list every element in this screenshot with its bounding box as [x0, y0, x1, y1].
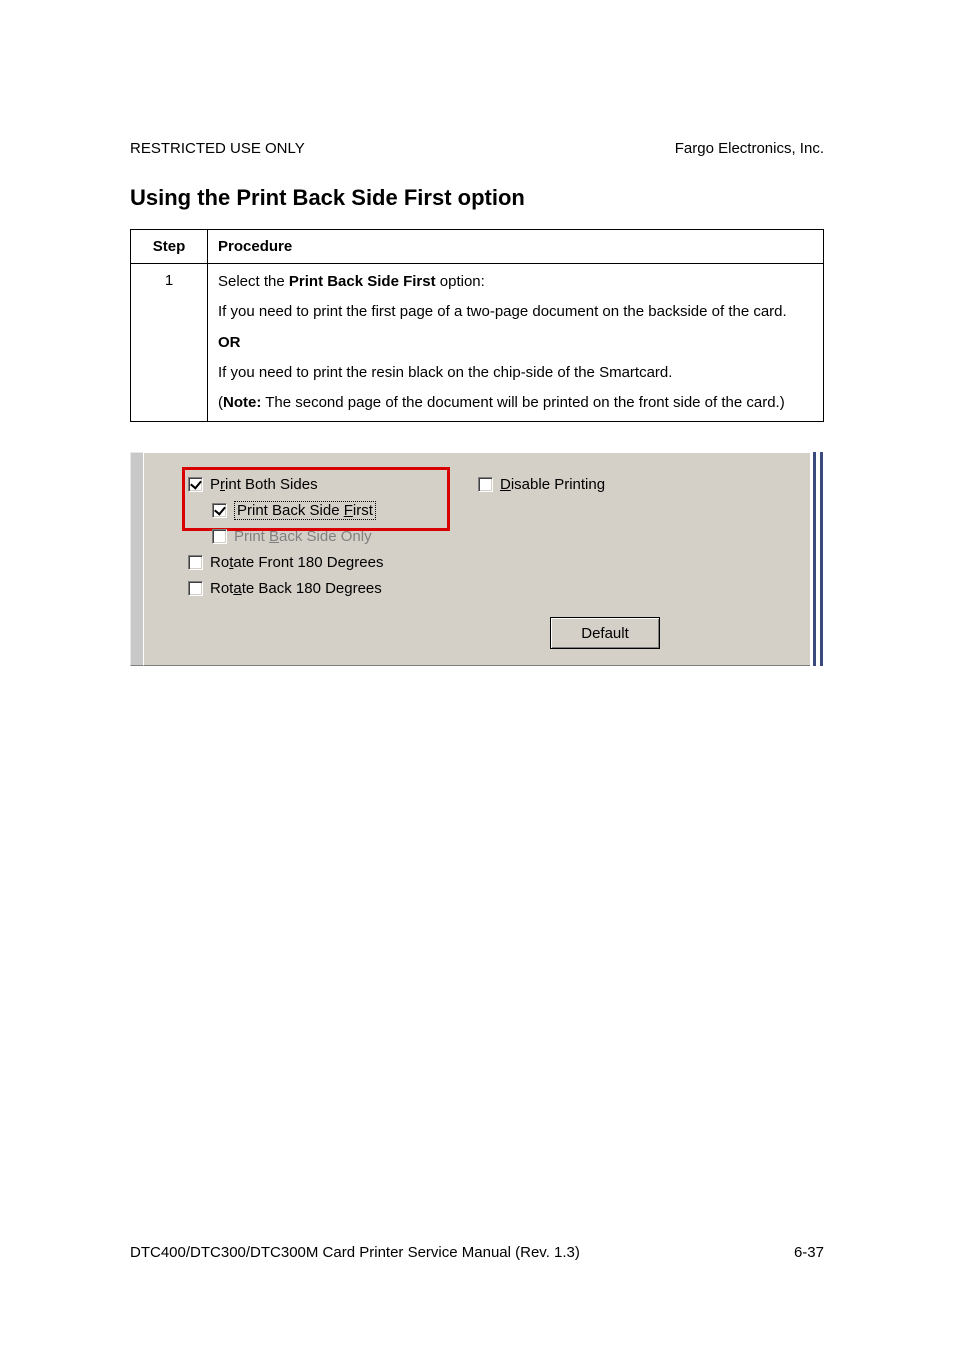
col-procedure-header: Procedure: [208, 230, 824, 264]
col-step-header: Step: [131, 230, 208, 264]
print-back-side-first-checkbox[interactable]: [212, 503, 227, 518]
dialog-screenshot: Print Both Sides Print Back Side First P…: [130, 452, 824, 666]
proc-line-2: If you need to print the first page of a…: [218, 302, 813, 322]
step-number: 1: [131, 264, 208, 422]
page: RESTRICTED USE ONLY Fargo Electronics, I…: [0, 0, 954, 1351]
rotate-front-option[interactable]: Rotate Front 180 Degrees: [188, 549, 478, 575]
underline-t: t: [229, 554, 233, 571]
page-footer: DTC400/DTC300/DTC300M Card Printer Servi…: [130, 1244, 824, 1261]
table-row: 1 Select the Print Back Side First optio…: [131, 264, 824, 422]
proc-line-3: If you need to print the resin black on …: [218, 363, 813, 383]
disable-printing-option[interactable]: Disable Printing: [478, 471, 780, 497]
dialog-left-edge: [130, 452, 143, 666]
footer-right: 6-37: [794, 1244, 824, 1261]
underline-d1: D: [500, 476, 511, 493]
rotate-front-checkbox[interactable]: [188, 555, 203, 570]
dialog-right-edges: [810, 452, 824, 666]
print-back-side-only-option[interactable]: Print Back Side Only: [212, 523, 478, 549]
procedure-table: Step Procedure 1 Select the Print Back S…: [130, 229, 824, 422]
underline-f: F: [344, 502, 353, 519]
header-left: RESTRICTED USE ONLY: [130, 140, 305, 157]
default-button-label: Default: [581, 625, 629, 642]
underline-r: r: [220, 476, 225, 493]
proc-line-1: Select the Print Back Side First option:: [218, 272, 813, 292]
rotate-back-label: Rotate Back 180 Degrees: [210, 581, 382, 596]
proc-line-1-post: option:: [436, 273, 485, 290]
rotate-back-checkbox[interactable]: [188, 581, 203, 596]
section-title: Using the Print Back Side First option: [130, 185, 824, 211]
proc-or: OR: [218, 333, 813, 353]
proc-line-1-bold: Print Back Side First: [289, 273, 436, 290]
proc-line-4-rest: The second page of the document will be …: [261, 394, 784, 411]
rotate-front-label: Rotate Front 180 Degrees: [210, 555, 383, 570]
footer-left: DTC400/DTC300/DTC300M Card Printer Servi…: [130, 1244, 580, 1261]
options-row: Print Both Sides Print Back Side First P…: [188, 471, 780, 601]
options-col-left: Print Both Sides Print Back Side First P…: [188, 471, 478, 601]
proc-line-4-note: Note:: [223, 394, 261, 411]
print-back-side-first-label: Print Back Side First: [234, 503, 376, 518]
print-both-sides-checkbox[interactable]: [188, 477, 203, 492]
page-header: RESTRICTED USE ONLY Fargo Electronics, I…: [130, 140, 824, 157]
print-both-sides-option[interactable]: Print Both Sides: [188, 471, 478, 497]
print-back-side-only-checkbox[interactable]: [212, 529, 227, 544]
underline-d2: D: [581, 625, 592, 642]
disable-printing-label: Disable Printing: [500, 477, 605, 492]
print-back-side-first-option[interactable]: Print Back Side First: [212, 497, 478, 523]
dialog-body: Print Both Sides Print Back Side First P…: [143, 452, 810, 666]
disable-printing-checkbox[interactable]: [478, 477, 493, 492]
rotate-back-option[interactable]: Rotate Back 180 Degrees: [188, 575, 478, 601]
print-both-sides-label: Print Both Sides: [210, 477, 318, 492]
underline-a: a: [233, 580, 241, 597]
default-button[interactable]: Default: [550, 617, 660, 649]
header-right: Fargo Electronics, Inc.: [675, 140, 824, 157]
underline-b: B: [269, 528, 279, 545]
proc-line-1-pre: Select the: [218, 273, 289, 290]
print-back-side-only-label: Print Back Side Only: [234, 529, 372, 544]
procedure-cell: Select the Print Back Side First option:…: [208, 264, 824, 422]
proc-line-4: (Note: The second page of the document w…: [218, 393, 813, 413]
focus-rect: Print Back Side First: [234, 501, 376, 520]
options-col-right: Disable Printing: [478, 471, 780, 497]
default-button-row: Default: [550, 617, 780, 649]
